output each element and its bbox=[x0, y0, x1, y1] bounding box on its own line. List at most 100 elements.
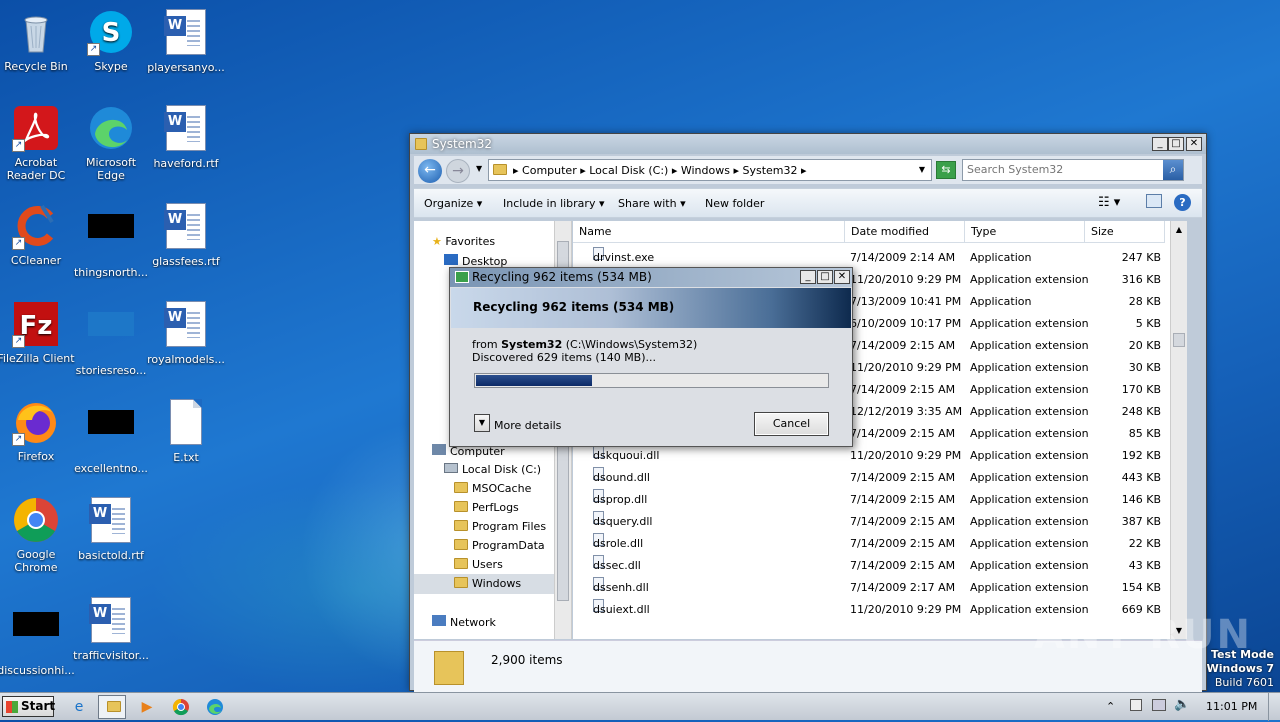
chrome-icon bbox=[12, 496, 60, 544]
breadcrumb-computer[interactable]: Computer bbox=[522, 164, 577, 177]
file-date: 7/14/2009 2:15 AM bbox=[850, 383, 956, 396]
nav-folder-users[interactable]: Users bbox=[454, 558, 503, 571]
nav-desktop[interactable]: Desktop bbox=[444, 254, 507, 268]
share-with-menu[interactable]: Share with ▾ bbox=[618, 197, 686, 210]
dialog-maximize-button[interactable]: □ bbox=[817, 270, 833, 284]
star-icon: ★ bbox=[432, 235, 442, 248]
nav-favorites[interactable]: ★ Favorites bbox=[432, 235, 495, 248]
breadcrumb-local-disk[interactable]: Local Disk (C:) bbox=[589, 164, 668, 177]
desktop-icon-skype[interactable]: S ↗ Skype bbox=[71, 8, 151, 73]
breadcrumb-system32[interactable]: System32 bbox=[742, 164, 797, 177]
nav-folder-programdata[interactable]: ProgramData bbox=[454, 539, 545, 552]
table-row[interactable]: dsprop.dll 7/14/2009 2:15 AM Application e… bbox=[573, 489, 1169, 511]
dialog-minimize-button[interactable]: _ bbox=[800, 270, 816, 284]
chrome-taskbar-icon[interactable] bbox=[170, 697, 192, 717]
desktop-icon-chrome[interactable]: Google Chrome bbox=[0, 496, 76, 574]
desktop-icon-firefox[interactable]: ↗ Firefox bbox=[0, 398, 76, 463]
explorer-taskbar-button[interactable] bbox=[98, 695, 126, 719]
file-list-scrollbar[interactable]: ▲ ▼ bbox=[1170, 221, 1187, 639]
show-desktop-button[interactable] bbox=[1268, 693, 1280, 721]
desktop-icon-basictold[interactable]: W basictold.rtf bbox=[71, 496, 151, 562]
back-button[interactable]: ← bbox=[418, 159, 442, 183]
edge-taskbar-icon[interactable] bbox=[204, 697, 226, 717]
media-player-taskbar-icon[interactable]: ▶ bbox=[136, 697, 158, 717]
column-date-modified[interactable]: Date modified bbox=[845, 221, 965, 243]
scroll-up-icon[interactable]: ▲ bbox=[1171, 221, 1187, 238]
table-row[interactable]: dsrole.dll 7/14/2009 2:15 AM Application e… bbox=[573, 533, 1169, 555]
column-size[interactable]: Size bbox=[1085, 221, 1165, 243]
forward-button[interactable]: → bbox=[446, 159, 470, 183]
desktop-icon-storiesreso[interactable]: storiesreso... bbox=[71, 300, 151, 377]
more-details-toggle[interactable]: ▼ bbox=[474, 414, 490, 432]
desktop-icon-ccleaner[interactable]: ↗ CCleaner bbox=[0, 202, 76, 267]
icon-label: FileZilla Client bbox=[0, 352, 75, 365]
desktop-icon-excellentno[interactable]: excellentno... bbox=[71, 398, 151, 475]
desktop-icon-etxt[interactable]: E.txt bbox=[146, 398, 226, 464]
maximize-button[interactable]: □ bbox=[1168, 137, 1184, 151]
clock[interactable]: 11:01 PM bbox=[1206, 700, 1257, 713]
dialog-titlebar[interactable]: Recycling 962 items (534 MB) _ □ ✕ bbox=[450, 268, 852, 287]
recycling-dialog[interactable]: Recycling 962 items (534 MB) _ □ ✕ Recyc… bbox=[449, 267, 853, 447]
action-center-icon[interactable] bbox=[1130, 699, 1142, 711]
table-row[interactable]: dsquery.dll 7/14/2009 2:15 AM Application … bbox=[573, 511, 1169, 533]
dialog-close-button[interactable]: ✕ bbox=[834, 270, 850, 284]
breadcrumb[interactable]: ▸ Computer ▸ Local Disk (C:) ▸ Windows ▸… bbox=[488, 159, 932, 181]
address-dropdown-icon[interactable]: ▼ bbox=[919, 165, 925, 174]
help-icon[interactable]: ? bbox=[1174, 194, 1191, 211]
start-button[interactable]: Start bbox=[2, 696, 55, 717]
nav-folder-msocache[interactable]: MSOCache bbox=[454, 482, 531, 495]
more-details-label[interactable]: More details bbox=[494, 419, 561, 432]
explorer-titlebar[interactable]: System32 _ □ ✕ bbox=[410, 134, 1206, 154]
file-date: 7/14/2009 2:14 AM bbox=[850, 251, 956, 264]
nav-folder-program-files[interactable]: Program Files bbox=[454, 520, 546, 533]
nav-folder-perflogs[interactable]: PerfLogs bbox=[454, 501, 519, 514]
preview-pane-icon[interactable] bbox=[1146, 194, 1162, 208]
column-name[interactable]: Name bbox=[573, 221, 845, 243]
ccleaner-icon: ↗ bbox=[12, 202, 60, 250]
word-doc-icon: W bbox=[162, 301, 210, 349]
file-size: 22 KB bbox=[1128, 537, 1161, 550]
minimize-button[interactable]: _ bbox=[1152, 137, 1168, 151]
edge-icon bbox=[87, 104, 135, 152]
tray-overflow-icon[interactable]: ⌃ bbox=[1106, 700, 1115, 713]
nav-folder-windows[interactable]: Windows bbox=[414, 574, 555, 594]
desktop-icon-haveford[interactable]: W haveford.rtf bbox=[146, 104, 226, 170]
search-box[interactable]: ⌕ bbox=[962, 159, 1184, 181]
desktop-icon-recycle-bin[interactable]: Recycle Bin bbox=[0, 8, 76, 73]
table-row[interactable]: dsound.dll 7/14/2009 2:15 AM Application e… bbox=[573, 467, 1169, 489]
include-in-library-menu[interactable]: Include in library ▾ bbox=[503, 197, 604, 210]
desktop-icon-edge[interactable]: Microsoft Edge bbox=[71, 104, 151, 182]
recent-pages-dropdown[interactable]: ▼ bbox=[476, 164, 482, 173]
nav-network[interactable]: Network bbox=[432, 615, 496, 629]
new-folder-button[interactable]: New folder bbox=[705, 197, 764, 210]
ie-taskbar-icon[interactable]: e bbox=[68, 697, 90, 717]
desktop-icon-thingsnorth[interactable]: thingsnorth... bbox=[71, 202, 151, 279]
search-input[interactable] bbox=[967, 163, 1157, 176]
nav-local-disk[interactable]: Local Disk (C:) bbox=[444, 463, 541, 476]
view-options-icon[interactable]: ☷ ▾ bbox=[1098, 195, 1120, 210]
file-size: 43 KB bbox=[1128, 559, 1161, 572]
volume-icon[interactable]: 🔈 bbox=[1174, 697, 1190, 712]
desktop-icon-discussion[interactable]: discussionhi... bbox=[0, 600, 76, 677]
file-scroll-thumb[interactable] bbox=[1173, 333, 1185, 347]
desktop-icon-trafficvisitor[interactable]: W trafficvisitor... bbox=[71, 596, 151, 662]
desktop-icon-royalmodels[interactable]: W royalmodels... bbox=[146, 300, 226, 366]
search-icon[interactable]: ⌕ bbox=[1163, 160, 1183, 180]
folder-icon bbox=[493, 164, 511, 177]
column-type[interactable]: Type bbox=[965, 221, 1085, 243]
organize-menu[interactable]: Organize ▾ bbox=[424, 197, 482, 210]
desktop-icon-playersanyo[interactable]: W playersanyo... bbox=[146, 8, 226, 74]
breadcrumb-windows[interactable]: Windows bbox=[681, 164, 730, 177]
network-tray-icon[interactable] bbox=[1152, 699, 1166, 711]
desktop-icon-filezilla[interactable]: Fz ↗ FileZilla Client bbox=[0, 300, 76, 365]
table-row[interactable]: dssec.dll 7/14/2009 2:15 AM Application ex… bbox=[573, 555, 1169, 577]
table-row[interactable]: drvinst.exe 7/14/2009 2:14 AM Application 2… bbox=[573, 247, 1169, 269]
desktop-icon-acrobat[interactable]: ↗ Acrobat Reader DC bbox=[0, 104, 76, 182]
cancel-button[interactable]: Cancel bbox=[754, 412, 829, 436]
table-row[interactable]: dssenh.dll 7/14/2009 2:17 AM Application e… bbox=[573, 577, 1169, 599]
desktop-icon-glassfees[interactable]: W glassfees.rtf bbox=[146, 202, 226, 268]
table-row[interactable]: dskquoui.dll 11/20/2010 9:29 PM Applicatio… bbox=[573, 445, 1169, 467]
close-button[interactable]: ✕ bbox=[1186, 137, 1202, 151]
refresh-icon[interactable]: ⇆ bbox=[936, 161, 956, 179]
file-date: 7/14/2009 2:15 AM bbox=[850, 559, 956, 572]
